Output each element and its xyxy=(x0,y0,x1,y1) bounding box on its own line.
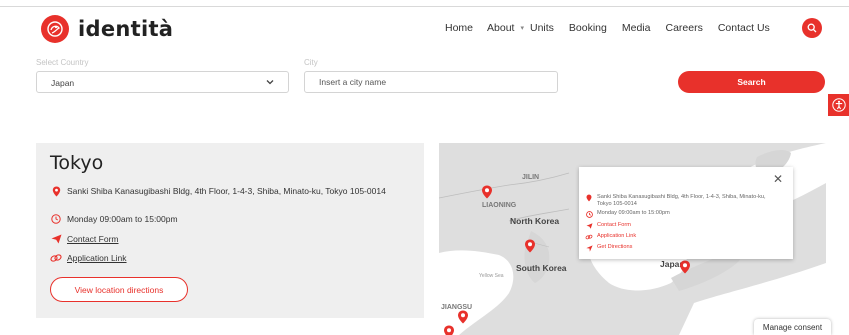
contact-form-link[interactable]: Contact Form xyxy=(67,233,119,245)
country-label: Select Country xyxy=(36,58,89,67)
search-icon xyxy=(807,23,817,33)
map-info-popup: ✕ Sanki Shiba Kanasugibashi Bldg, 4th Fl… xyxy=(579,167,793,259)
popup-address-row: Sanki Shiba Kanasugibashi Bldg, 4th Floo… xyxy=(585,194,770,208)
nav-careers[interactable]: Careers xyxy=(665,22,702,34)
clock-icon xyxy=(585,210,593,218)
map-label-jilin: JILIN xyxy=(522,174,540,181)
application-link[interactable]: Application Link xyxy=(67,252,127,264)
popup-directions-row: Get Directions xyxy=(585,244,632,252)
map-label-liaoning: LIAONING xyxy=(482,202,517,209)
city-label: City xyxy=(304,58,318,67)
header-search-button[interactable] xyxy=(802,18,822,38)
nav-booking[interactable]: Booking xyxy=(569,22,607,34)
hours-row: Monday 09:00am to 15:00pm xyxy=(50,213,178,225)
send-icon xyxy=(585,222,593,230)
nav-contact[interactable]: Contact Us xyxy=(718,22,770,34)
chevron-down-icon[interactable]: ▾ xyxy=(520,24,524,32)
nav-about[interactable]: About xyxy=(487,22,514,34)
map-label-yellow-sea: Yellow Sea xyxy=(479,273,504,279)
country-select[interactable]: Japan xyxy=(36,71,289,93)
navigation-arrow-icon xyxy=(585,244,593,252)
nav-media[interactable]: Media xyxy=(622,22,651,34)
location-address: Sanki Shiba Kanasugibashi Bldg, 4th Floo… xyxy=(67,186,386,196)
city-input[interactable] xyxy=(304,71,558,93)
map-label-north-korea: North Korea xyxy=(510,216,560,226)
map-marker-icon[interactable] xyxy=(457,310,469,324)
popup-contact-row: Contact Form xyxy=(585,222,631,230)
popup-hours-row: Monday 09:00am to 15:00pm xyxy=(585,210,670,218)
nav-units[interactable]: Units xyxy=(530,22,554,34)
popup-hours: Monday 09:00am to 15:00pm xyxy=(597,210,670,216)
logo-icon xyxy=(41,15,69,43)
accessibility-button[interactable] xyxy=(828,94,849,116)
address-row: Sanki Shiba Kanasugibashi Bldg, 4th Floo… xyxy=(50,185,402,197)
map-marker-icon[interactable] xyxy=(443,325,455,335)
country-select-value: Japan xyxy=(51,78,75,88)
location-card: Tokyo Sanki Shiba Kanasugibashi Bldg, 4t… xyxy=(36,143,424,318)
map-label-south-korea: South Korea xyxy=(516,263,567,273)
popup-application-link[interactable]: Application Link xyxy=(597,233,636,240)
main-nav: Home About ▾ Units Booking Media Careers… xyxy=(445,22,770,34)
contact-form-row: Contact Form xyxy=(50,233,119,245)
map[interactable]: JILIN LIAONING North Korea South Korea J… xyxy=(439,143,826,335)
popup-contact-form-link[interactable]: Contact Form xyxy=(597,222,631,229)
link-icon xyxy=(585,233,593,241)
popup-application-row: Application Link xyxy=(585,233,636,241)
logo[interactable]: identità xyxy=(41,15,173,43)
view-directions-button[interactable]: View location directions xyxy=(50,277,188,302)
location-hours: Monday 09:00am to 15:00pm xyxy=(67,214,178,224)
send-icon xyxy=(50,233,62,245)
accessibility-icon xyxy=(831,98,846,112)
popup-address: Sanki Shiba Kanasugibashi Bldg, 4th Floo… xyxy=(597,194,766,207)
link-icon xyxy=(50,252,62,264)
manage-consent-button[interactable]: Manage consent xyxy=(754,319,831,335)
map-pin-icon xyxy=(50,185,62,197)
top-divider xyxy=(0,6,849,7)
clock-icon xyxy=(50,213,62,225)
close-icon[interactable]: ✕ xyxy=(773,173,783,185)
chevron-down-icon xyxy=(266,80,274,85)
map-marker-icon[interactable] xyxy=(679,260,691,274)
logo-text: identità xyxy=(78,17,174,41)
map-pin-icon xyxy=(585,194,593,202)
nav-home[interactable]: Home xyxy=(445,22,473,34)
map-marker-icon[interactable] xyxy=(481,185,493,199)
application-link-row: Application Link xyxy=(50,252,127,264)
location-city: Tokyo xyxy=(50,152,104,174)
map-marker-icon[interactable] xyxy=(524,239,536,253)
popup-get-directions-link[interactable]: Get Directions xyxy=(597,244,632,251)
search-button[interactable]: Search xyxy=(678,71,825,93)
